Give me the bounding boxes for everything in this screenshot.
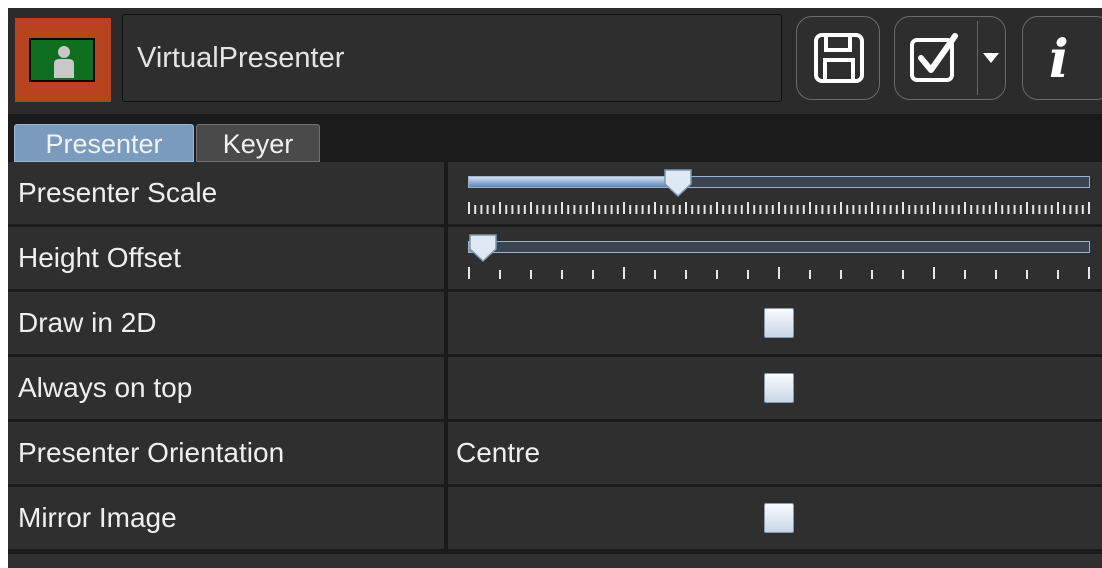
info-icon: i <box>1049 29 1069 90</box>
property-value <box>448 357 1102 419</box>
property-row-draw-in-2d: Draw in 2D <box>8 292 1102 354</box>
checkbox-checked-icon <box>910 33 958 82</box>
property-label: Presenter Scale <box>8 162 444 224</box>
property-row-presenter-orientation: Presenter Orientation Centre <box>8 422 1102 484</box>
slider-track[interactable] <box>468 241 1090 253</box>
properties-panel: VirtualPresenter i Presenter Keyer Prese… <box>8 8 1102 568</box>
mirror-image-checkbox[interactable] <box>764 503 794 533</box>
person-icon <box>54 46 74 78</box>
slider-track[interactable] <box>468 176 1090 188</box>
panel-footer <box>8 554 1102 568</box>
node-name-field[interactable]: VirtualPresenter <box>122 14 782 102</box>
slider-fill <box>469 177 680 187</box>
monitor-icon <box>29 38 95 82</box>
slider-thumb[interactable] <box>468 233 498 263</box>
validate-button[interactable] <box>894 16 1006 100</box>
presenter-node-icon <box>15 18 111 102</box>
always-on-top-checkbox[interactable] <box>764 373 794 403</box>
property-row-height-offset: Height Offset <box>8 227 1102 289</box>
height-offset-slider[interactable] <box>448 227 1102 289</box>
tab-presenter[interactable]: Presenter <box>14 124 194 162</box>
property-label: Draw in 2D <box>8 292 444 354</box>
presenter-orientation-select[interactable]: Centre <box>448 422 1102 484</box>
save-button[interactable] <box>796 16 880 100</box>
property-label: Presenter Orientation <box>8 422 444 484</box>
button-separator <box>977 21 978 95</box>
slider-thumb[interactable] <box>663 168 693 198</box>
caret-down-icon[interactable] <box>983 53 999 65</box>
info-button[interactable]: i <box>1022 16 1102 100</box>
floppy-disk-icon <box>814 33 864 83</box>
tab-strip: Presenter Keyer <box>8 114 1102 162</box>
property-label: Height Offset <box>8 227 444 289</box>
property-label: Mirror Image <box>8 487 444 549</box>
property-value <box>448 487 1102 549</box>
property-label: Always on top <box>8 357 444 419</box>
property-value <box>448 292 1102 354</box>
node-header: VirtualPresenter i <box>8 8 1102 114</box>
draw-in-2d-checkbox[interactable] <box>764 308 794 338</box>
property-row-mirror-image: Mirror Image <box>8 487 1102 549</box>
tab-keyer[interactable]: Keyer <box>196 124 320 162</box>
property-row-always-on-top: Always on top <box>8 357 1102 419</box>
property-row-presenter-scale: Presenter Scale <box>8 162 1102 224</box>
slider-ticks <box>468 202 1090 214</box>
presenter-scale-slider[interactable] <box>448 162 1102 224</box>
slider-ticks <box>468 267 1090 279</box>
